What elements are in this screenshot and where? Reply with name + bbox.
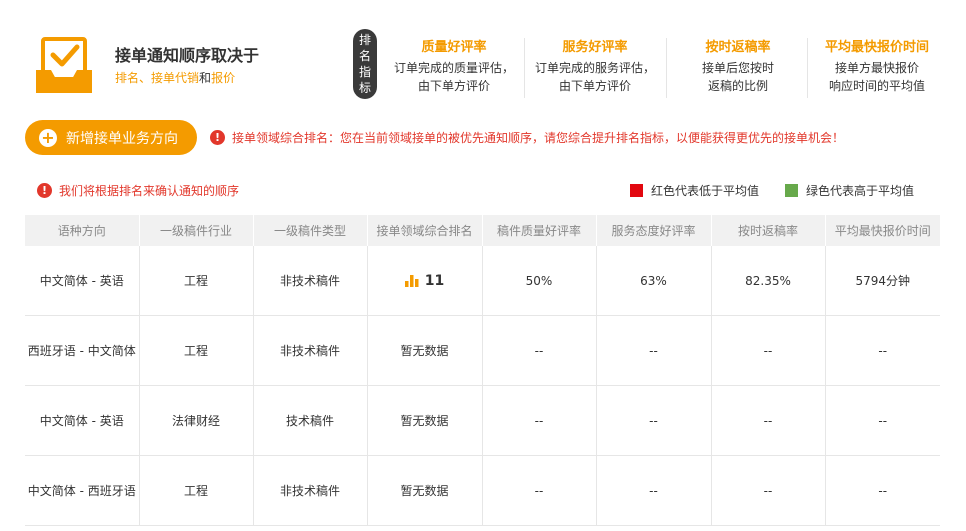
- metric-title: 按时返稿率: [705, 40, 771, 55]
- metric-desc: 响应时间的平均值: [828, 79, 925, 93]
- intro-sub-sep: 、: [139, 71, 152, 85]
- cell-quote-time: 5794分钟: [825, 246, 940, 316]
- header-quote-time: 平均最快报价时间: [825, 215, 940, 246]
- legend-red: 红色代表低于平均值: [630, 182, 759, 199]
- divider: [524, 38, 525, 98]
- badge-char: 标: [358, 81, 371, 95]
- header-rank: 接单领域综合排名: [367, 215, 483, 246]
- intro-sub-and: 和: [199, 71, 212, 85]
- metric-ontime: 按时返稿率 接单后您按时 返稿的比例: [678, 36, 798, 95]
- badge-char: 名: [358, 49, 371, 63]
- table-header-row: 语种方向 一级稿件行业 一级稿件类型 接单领域综合排名 稿件质量好评率 服务态度…: [25, 215, 940, 246]
- badge-char: 指: [358, 65, 371, 79]
- metric-quality: 质量好评率 订单完成的质量评估， 由下单方评价: [394, 36, 514, 95]
- table-row: 西班牙语 - 中文简体 工程 非技术稿件 暂无数据 -- -- -- --: [25, 315, 940, 386]
- alert-icon: !: [210, 130, 225, 145]
- table-row: 中文简体 - 英语 法律财经 技术稿件 暂无数据 -- -- -- --: [25, 385, 940, 456]
- header-language: 语种方向: [25, 215, 140, 246]
- legend-green-label: 绿色代表高于平均值: [806, 184, 915, 198]
- cell-ontime: --: [711, 385, 826, 456]
- metric-title: 质量好评率: [421, 40, 487, 55]
- cell-service: --: [596, 455, 712, 526]
- red-swatch: [630, 184, 643, 197]
- cell-rank: 暂无数据: [367, 315, 483, 386]
- metric-desc: 接单后您按时: [701, 61, 774, 75]
- cell-service: --: [596, 385, 712, 456]
- cell-type: 非技术稿件: [253, 246, 368, 316]
- intro-sub-quote: 报价: [211, 71, 236, 85]
- cell-quality: 50%: [482, 246, 597, 316]
- table-row: 中文简体 - 英语 工程 非技术稿件 11 50% 63% 82.35% 579…: [25, 246, 940, 316]
- intro-sub-agency: 接单代销: [151, 71, 200, 85]
- badge-char: 排: [358, 33, 371, 47]
- green-swatch: [785, 184, 798, 197]
- bar-chart-icon: [404, 274, 419, 287]
- header-service: 服务态度好评率: [596, 215, 712, 246]
- order-notice: ! 我们将根据排名来确认通知的顺序: [37, 182, 239, 199]
- metric-quote-time: 平均最快报价时间 接单方最快报价 响应时间的平均值: [812, 36, 942, 95]
- divider: [666, 38, 667, 98]
- intro-sub-ranking: 排名: [115, 71, 140, 85]
- cell-type: 技术稿件: [253, 385, 368, 456]
- cell-type: 非技术稿件: [253, 455, 368, 526]
- cell-ontime: --: [711, 315, 826, 386]
- ranking-table: 语种方向 一级稿件行业 一级稿件类型 接单领域综合排名 稿件质量好评率 服务态度…: [25, 215, 940, 526]
- metric-desc: 返稿的比例: [707, 79, 768, 93]
- cell-language: 西班牙语 - 中文简体: [25, 315, 140, 386]
- metric-desc: 由下单方评价: [558, 79, 631, 93]
- table-row: 中文简体 - 西班牙语 工程 非技术稿件 暂无数据 -- -- -- --: [25, 455, 940, 526]
- metric-desc: 订单完成的服务评估，: [535, 61, 656, 75]
- cell-quote-time: --: [825, 455, 940, 526]
- intro-subtitle: 排名、接单代销和报价: [115, 69, 235, 86]
- metric-title: 平均最快报价时间: [824, 40, 929, 55]
- metric-desc: 由下单方评价: [417, 79, 490, 93]
- legend-green: 绿色代表高于平均值: [785, 182, 914, 199]
- cell-ontime: 82.35%: [711, 246, 826, 316]
- ranking-notice: ! 接单领域综合排名：您在当前领域接单的被优先通知顺序，请您综合提升排名指标，以便…: [210, 129, 844, 146]
- header-quality: 稿件质量好评率: [482, 215, 597, 246]
- header-industry: 一级稿件行业: [139, 215, 254, 246]
- legend-red-label: 红色代表低于平均值: [651, 184, 760, 198]
- cell-rank: 暂无数据: [367, 385, 483, 456]
- cell-quality: --: [482, 455, 597, 526]
- cell-rank: 暂无数据: [367, 455, 483, 526]
- cell-ontime: --: [711, 455, 826, 526]
- cell-quality: --: [482, 385, 597, 456]
- cell-industry: 工程: [139, 455, 254, 526]
- cell-industry: 工程: [139, 246, 254, 316]
- ranking-notice-text: 接单领域综合排名：您在当前领域接单的被优先通知顺序，请您综合提升排名指标，以便能…: [232, 131, 845, 145]
- rank-value: 11: [424, 272, 445, 289]
- cell-language: 中文简体 - 英语: [25, 246, 140, 316]
- header-type: 一级稿件类型: [253, 215, 368, 246]
- alert-icon: !: [37, 183, 52, 198]
- add-business-direction-button[interactable]: + 新增接单业务方向: [25, 120, 197, 155]
- metric-service: 服务好评率 订单完成的服务评估， 由下单方评价: [535, 36, 655, 95]
- cell-industry: 法律财经: [139, 385, 254, 456]
- plus-circle-icon: +: [39, 128, 57, 147]
- order-notice-text: 我们将根据排名来确认通知的顺序: [59, 184, 240, 198]
- cell-quality: --: [482, 315, 597, 386]
- cell-rank: 11: [367, 246, 483, 316]
- cell-language: 中文简体 - 英语: [25, 385, 140, 456]
- cell-quote-time: --: [825, 315, 940, 386]
- intro-title: 接单通知顺序取决于: [115, 46, 260, 65]
- cell-service: 63%: [596, 246, 712, 316]
- inbox-check-icon: [36, 37, 92, 93]
- add-button-label: 新增接单业务方向: [66, 130, 178, 147]
- divider: [807, 38, 808, 98]
- cell-language: 中文简体 - 西班牙语: [25, 455, 140, 526]
- metric-desc: 订单完成的质量评估，: [394, 61, 515, 75]
- header-ontime: 按时返稿率: [711, 215, 826, 246]
- cell-quote-time: --: [825, 385, 940, 456]
- cell-service: --: [596, 315, 712, 386]
- ranking-metrics-badge: 排 名 指 标: [353, 29, 377, 99]
- metric-title: 服务好评率: [562, 40, 628, 55]
- cell-industry: 工程: [139, 315, 254, 386]
- ranking-info-panel: 接单通知顺序取决于 排名、接单代销和报价 排 名 指 标 质量好评率 订单完成的…: [0, 0, 966, 110]
- cell-type: 非技术稿件: [253, 315, 368, 386]
- metric-desc: 接单方最快报价: [834, 61, 919, 75]
